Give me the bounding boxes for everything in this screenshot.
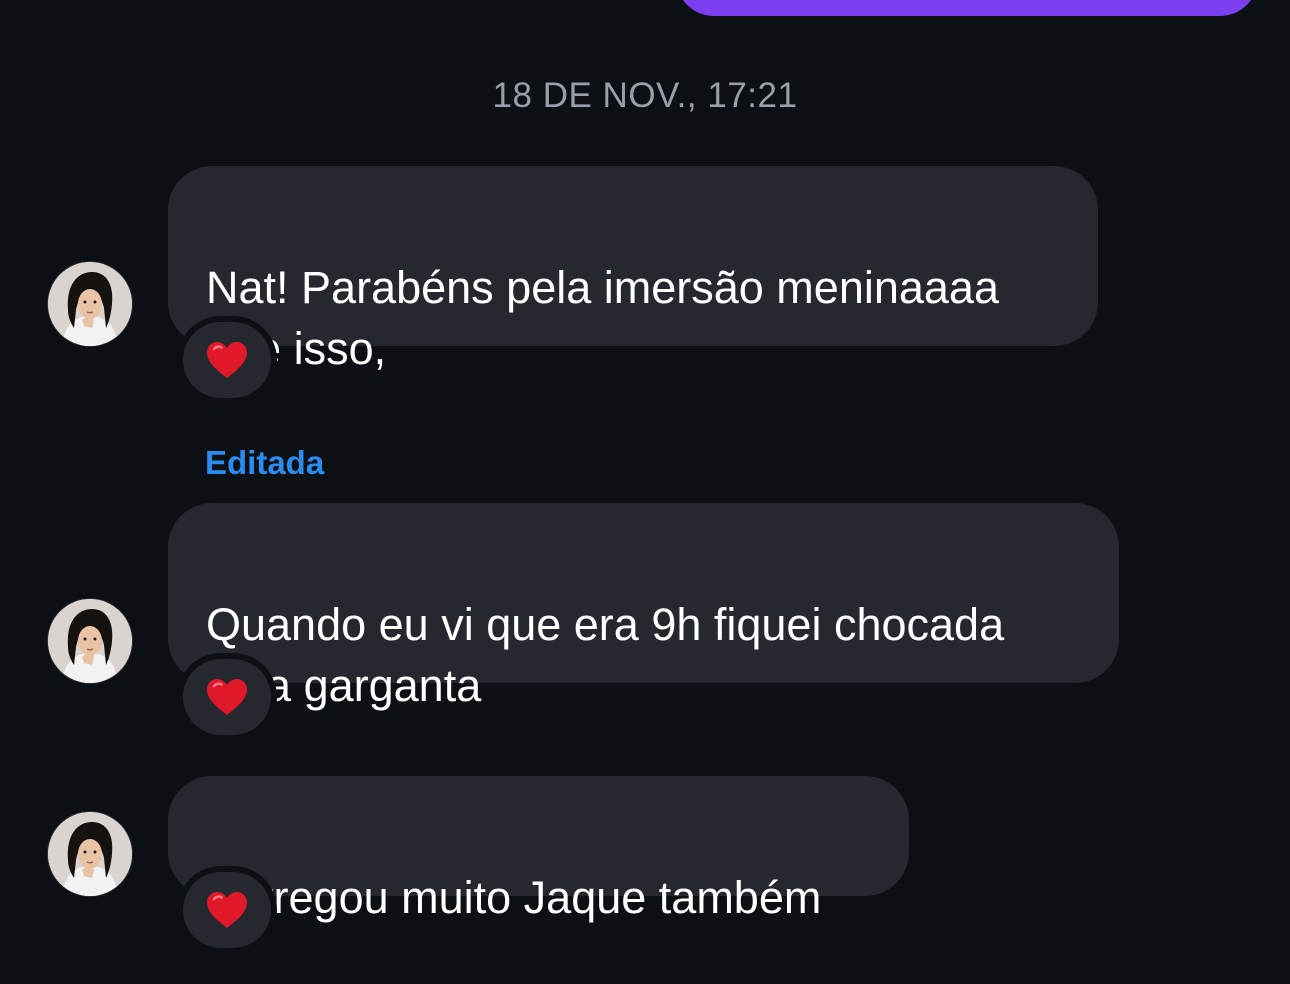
sender-avatar[interactable] [48,599,132,683]
edited-label: Editada [205,444,325,481]
red-heart-icon [207,679,247,715]
sender-avatar[interactable] [48,812,132,896]
avatar-photo-icon [48,599,132,683]
message-reaction[interactable] [183,322,271,398]
message-reaction[interactable] [183,872,271,948]
sent-message-bubble[interactable] [676,0,1258,16]
message-timestamp: 18 DE NOV., 17:21 [492,76,798,115]
avatar-photo-icon [48,812,132,896]
message-text: Nat! Parabéns pela imersão meninaaaa que… [206,262,999,374]
message-reaction[interactable] [183,659,271,735]
message-text: Entregou muito Jaque também [206,872,822,923]
received-message-bubble[interactable]: Nat! Parabéns pela imersão meninaaaa que… [168,166,1098,374]
received-message-bubble[interactable]: Quando eu vi que era 9h fiquei chocada h… [168,503,1119,711]
red-heart-icon [207,342,247,378]
sender-avatar[interactable] [48,262,132,346]
red-heart-icon [207,892,247,928]
avatar-photo-icon [48,262,132,346]
message-text: Quando eu vi que era 9h fiquei chocada h… [206,599,1005,711]
received-message-bubble[interactable]: Entregou muito Jaque também [168,776,909,923]
